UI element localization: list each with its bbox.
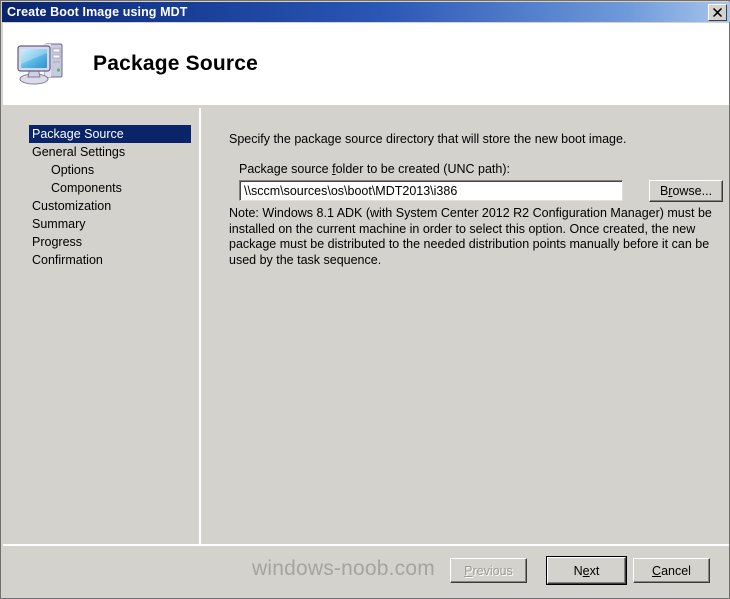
sidebar-item-options[interactable]: Options xyxy=(29,161,191,179)
path-field-row: Browse... xyxy=(239,180,729,202)
next-button[interactable]: Ne xt xyxy=(546,556,627,585)
path-field-label-pre: Package source xyxy=(239,162,333,176)
previous-button[interactable]: Previous xyxy=(450,558,527,583)
sidebar-item-general-settings[interactable]: General Settings xyxy=(29,143,191,161)
wizard-header: Package Source xyxy=(3,23,729,105)
intro-text: Specify the package source directory tha… xyxy=(229,132,627,146)
wizard-body: Package Source General Settings Options … xyxy=(3,108,729,544)
sidebar-item-progress[interactable]: Progress xyxy=(29,233,191,251)
wizard-sidebar: Package Source General Settings Options … xyxy=(3,108,197,544)
wizard-dialog: Create Boot Image using MDT Package Sour… xyxy=(0,0,730,599)
sidebar-item-summary[interactable]: Summary xyxy=(29,215,191,233)
computer-monitor-icon xyxy=(15,38,71,90)
next-label-pre: N xyxy=(573,563,583,578)
page-title: Package Source xyxy=(93,52,259,75)
sidebar-item-components[interactable]: Components xyxy=(29,179,191,197)
note-text: Note: Windows 8.1 ADK (with System Cente… xyxy=(229,206,712,267)
next-button-face: Ne xt xyxy=(547,557,626,584)
path-field-label: Package source folder to be created (UNC… xyxy=(239,162,510,176)
close-icon xyxy=(713,7,722,17)
previous-label-accel: P xyxy=(464,563,473,578)
cancel-label-accel: C xyxy=(652,563,662,578)
path-field-label-post: older to be created (UNC path): xyxy=(335,162,510,176)
sidebar-item-customization[interactable]: Customization xyxy=(29,197,191,215)
sidebar-content-divider xyxy=(199,108,201,544)
wizard-footer: windows-noob.com Previous Ne xt Cancel xyxy=(3,546,729,598)
package-source-path-input[interactable] xyxy=(239,180,623,201)
wizard-step-list: Package Source General Settings Options … xyxy=(29,125,191,269)
cancel-label-post: ancel xyxy=(661,563,691,578)
watermark: windows-noob.com xyxy=(252,557,435,580)
next-label-post: xt xyxy=(589,563,600,578)
browse-label-post: owse... xyxy=(672,184,713,198)
window-title: Create Boot Image using MDT xyxy=(7,5,188,19)
browse-label-pre: B xyxy=(659,184,669,198)
sidebar-item-confirmation[interactable]: Confirmation xyxy=(29,251,191,269)
sidebar-item-package-source[interactable]: Package Source xyxy=(29,125,191,143)
wizard-content: Specify the package source directory tha… xyxy=(203,108,729,544)
browse-button[interactable]: Br owse... xyxy=(649,180,723,202)
cancel-button[interactable]: Cancel xyxy=(633,558,710,583)
previous-label-post: revious xyxy=(472,563,513,578)
next-label-accel: e xyxy=(582,563,590,578)
title-bar[interactable]: Create Boot Image using MDT xyxy=(2,2,730,22)
close-button[interactable] xyxy=(708,3,727,21)
